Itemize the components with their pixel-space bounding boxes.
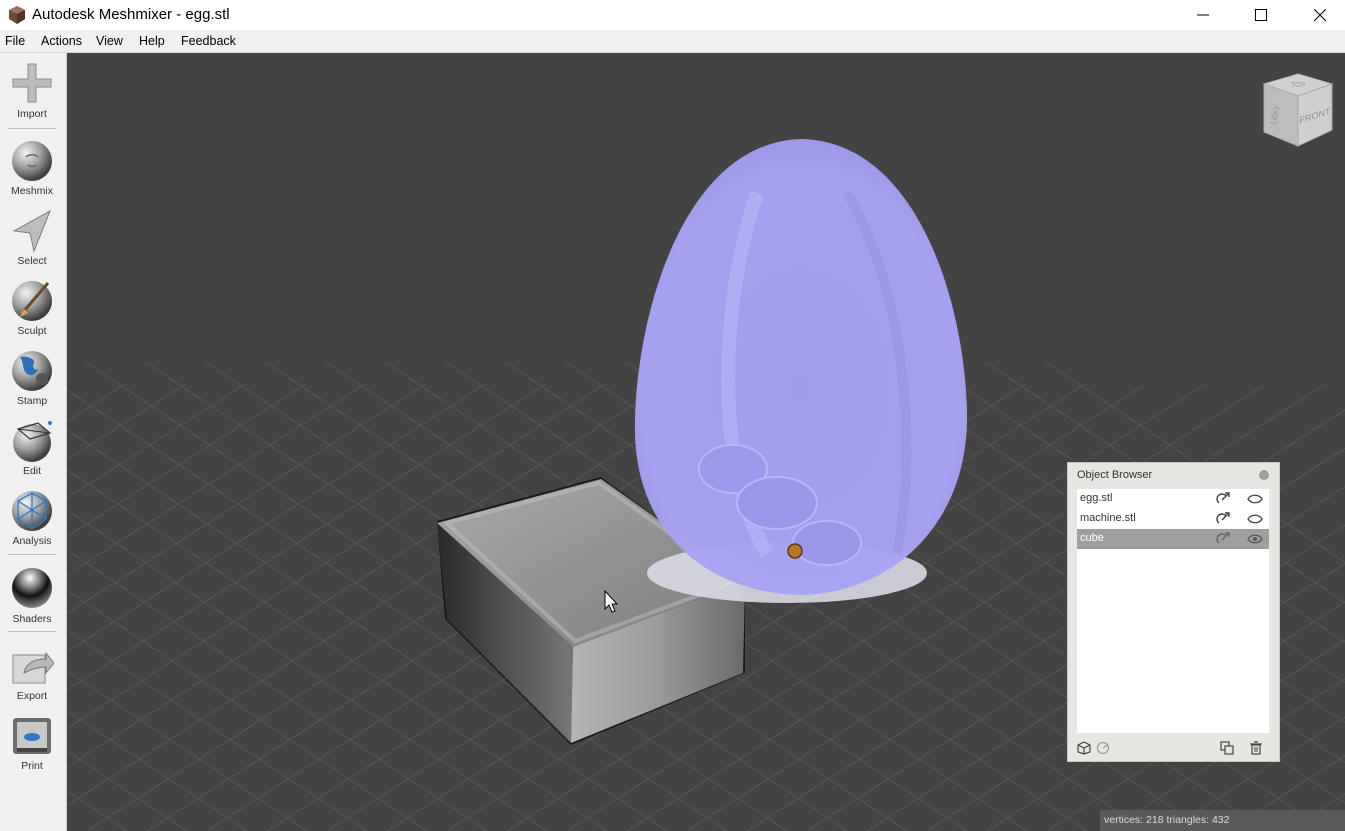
target-icon[interactable] <box>1215 511 1231 527</box>
duplicate-icon[interactable] <box>1220 741 1234 755</box>
grid-line <box>67 382 308 538</box>
select-arrow-icon <box>12 209 51 253</box>
object-name: egg.stl <box>1080 492 1113 504</box>
target-icon[interactable] <box>1215 531 1231 547</box>
visibility-eye-icon[interactable] <box>1247 493 1263 505</box>
tool-select-label: Select <box>17 255 47 267</box>
meshmix-icon <box>12 141 52 181</box>
tool-export-label: Export <box>16 690 48 702</box>
pivot-icon[interactable] <box>1096 741 1110 755</box>
edit-icon <box>13 421 52 462</box>
menu-file[interactable]: File <box>5 34 25 48</box>
tool-edit-label: Edit <box>22 465 42 477</box>
menu-view[interactable]: View <box>96 34 123 48</box>
object-browser-panel[interactable]: Object Browser egg.stl machine.stl cube <box>1067 462 1280 762</box>
stamp-icon <box>12 351 52 391</box>
tool-export[interactable]: Export <box>0 645 64 715</box>
tool-stamp-label: Stamp <box>16 395 48 407</box>
tool-sculpt[interactable]: Sculpt <box>0 279 64 349</box>
tool-select[interactable]: Select <box>0 209 64 279</box>
egg-object <box>634 139 968 603</box>
view-cube[interactable]: TOP LEFT FRONT <box>1262 72 1334 148</box>
tool-import[interactable]: Import <box>0 61 64 131</box>
tool-analysis-label: Analysis <box>12 535 52 547</box>
tool-edit[interactable]: Edit <box>0 419 64 489</box>
grid-line <box>67 710 248 831</box>
object-name: cube <box>1080 532 1104 544</box>
status-bar: vertices: 218 triangles: 432 <box>1100 810 1345 831</box>
object-row-egg[interactable]: egg.stl <box>1077 489 1269 509</box>
object-row-machine[interactable]: machine.stl <box>1077 509 1269 529</box>
grid-line <box>67 669 308 831</box>
menu-help[interactable]: Help <box>139 34 165 48</box>
meshmixer-app-icon <box>9 6 25 24</box>
menu-actions[interactable]: Actions <box>41 34 82 48</box>
maximize-icon <box>1255 9 1267 21</box>
target-icon[interactable] <box>1215 491 1231 507</box>
tool-print[interactable]: Print <box>0 715 64 785</box>
menu-bar: File Actions View Help Feedback <box>0 30 1345 53</box>
menu-feedback[interactable]: Feedback <box>181 34 236 48</box>
maximize-button[interactable] <box>1238 0 1284 30</box>
toolbar-divider <box>8 128 56 129</box>
cube-icon[interactable] <box>1077 741 1091 755</box>
print-icon <box>13 718 51 754</box>
object-name: machine.stl <box>1080 512 1136 524</box>
analysis-icon <box>12 491 52 531</box>
left-toolbar: Import Meshmix Select Sculpt Stamp Edit … <box>0 53 67 831</box>
object-browser-title: Object Browser <box>1077 469 1153 481</box>
object-row-cube[interactable]: cube <box>1077 529 1269 549</box>
close-icon[interactable] <box>1259 470 1269 480</box>
tool-stamp[interactable]: Stamp <box>0 349 64 419</box>
plus-icon <box>12 63 52 103</box>
tool-analysis[interactable]: Analysis <box>0 489 64 559</box>
object-list: egg.stl machine.stl cube <box>1077 489 1269 733</box>
grid-line <box>67 589 428 831</box>
shaders-icon <box>12 568 52 608</box>
window-title: Autodesk Meshmixer - egg.stl <box>32 6 230 23</box>
visibility-eye-icon[interactable] <box>1247 533 1263 545</box>
title-bar: Autodesk Meshmixer - egg.stl <box>0 0 1345 30</box>
sculpt-brush-icon <box>12 281 52 321</box>
tool-shaders[interactable]: Shaders <box>0 566 64 636</box>
export-icon <box>12 651 54 684</box>
mesh-stats: vertices: 218 triangles: 432 <box>1104 814 1230 826</box>
grid-line <box>67 382 428 614</box>
toolbar-divider <box>8 631 56 632</box>
minimize-button[interactable] <box>1180 0 1226 30</box>
close-button[interactable] <box>1297 0 1343 30</box>
tool-import-label: Import <box>17 108 47 120</box>
trash-icon[interactable] <box>1249 741 1263 755</box>
grid-line <box>67 549 488 831</box>
tool-shaders-label: Shaders <box>12 613 52 625</box>
tool-meshmix-label: Meshmix <box>10 185 53 197</box>
close-icon <box>1314 9 1326 21</box>
tool-meshmix[interactable]: Meshmix <box>0 139 64 209</box>
visibility-eye-icon[interactable] <box>1247 513 1263 525</box>
minimize-icon <box>1197 14 1209 16</box>
tool-print-label: Print <box>21 760 43 772</box>
viewcube-top-label: TOP <box>1291 82 1306 89</box>
grid-line <box>67 382 188 461</box>
toolbar-divider <box>8 554 56 555</box>
tool-sculpt-label: Sculpt <box>17 325 47 337</box>
